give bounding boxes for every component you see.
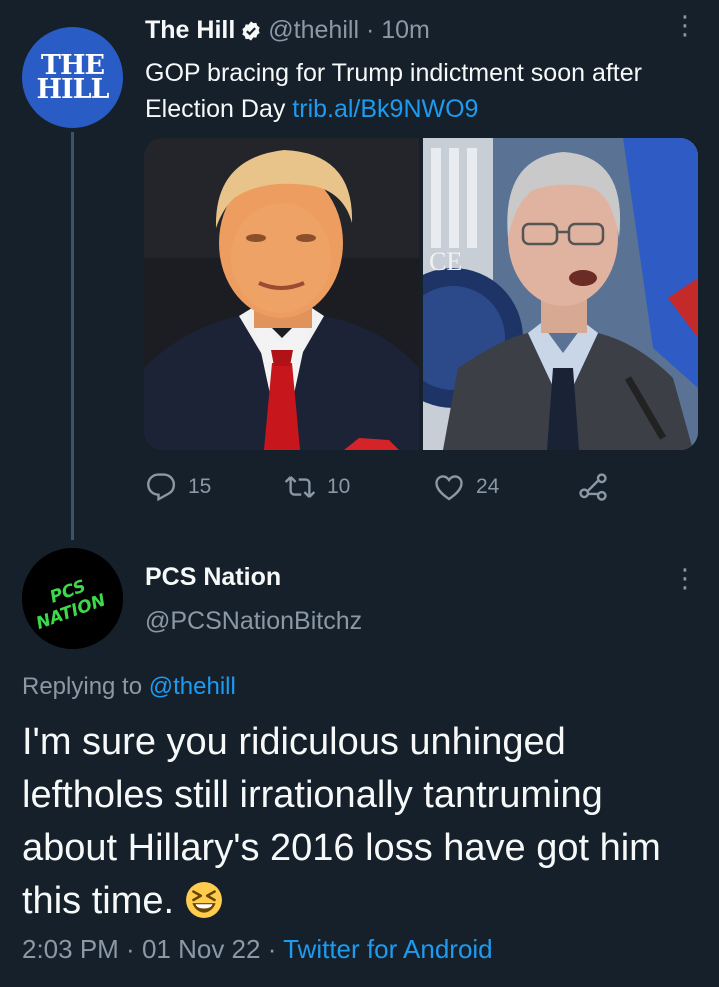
tweet1-header: The Hill @thehill · 10m: [145, 16, 430, 45]
retweet-count: 10: [327, 475, 351, 498]
author-name[interactable]: The Hill: [145, 16, 235, 45]
retweet-action[interactable]: 10: [285, 472, 350, 502]
pcs-nation-logo: PCS NATION: [22, 548, 123, 649]
photo-trump[interactable]: [144, 138, 419, 450]
tweet2-text: I'm sure you ridiculous unhinged lefthol…: [22, 716, 702, 928]
replying-to-handle[interactable]: @thehill: [149, 673, 236, 700]
tweet-time[interactable]: 10m: [381, 16, 430, 45]
tweet2-meta: 2:03 PM · 01 Nov 22 · Twitter for Androi…: [22, 934, 493, 965]
meta-separator-1: ·: [118, 934, 142, 964]
photo-garland[interactable]: CE: [423, 138, 698, 450]
share-icon: [579, 473, 607, 501]
meta-separator-2: ·: [260, 934, 284, 964]
reply-count: 15: [188, 475, 212, 498]
pcs-nation-avatar[interactable]: PCS NATION: [22, 548, 123, 649]
reply-action[interactable]: 15: [146, 472, 211, 502]
reply-icon: [147, 473, 176, 502]
like-count: 24: [476, 475, 500, 498]
tweet1-link[interactable]: trib.al/Bk9NWO9: [292, 95, 478, 123]
tweet1-media[interactable]: CE: [144, 138, 698, 450]
author-handle[interactable]: @thehill: [268, 16, 359, 45]
tweet1-text: GOP bracing for Trump indictment soon af…: [145, 55, 685, 127]
like-action[interactable]: 24: [434, 472, 499, 502]
retweet-icon: [285, 476, 315, 498]
seal-text: CE: [429, 247, 462, 276]
tweet2-body: I'm sure you ridiculous unhinged lefthol…: [22, 721, 661, 922]
share-action[interactable]: [578, 472, 620, 502]
replying-prefix: Replying to: [22, 673, 149, 700]
tweet-source[interactable]: Twitter for Android: [283, 934, 493, 964]
grinning-squinting-emoji: [185, 882, 222, 918]
photo-trump-illustration: [144, 138, 419, 450]
more-options-icon[interactable]: ⋮: [672, 565, 698, 591]
thread-connector-line: [71, 132, 74, 540]
photo-garland-illustration: CE: [423, 138, 698, 450]
author-name[interactable]: PCS Nation: [145, 563, 281, 592]
avatar-text-hill: HILL: [36, 73, 109, 105]
header-separator: ·: [359, 16, 382, 44]
tweet-date[interactable]: 01 Nov 22: [142, 934, 261, 964]
more-options-icon[interactable]: ⋮: [672, 12, 698, 38]
the-hill-avatar[interactable]: THE HILL: [22, 27, 123, 128]
replying-to: Replying to @thehill: [22, 673, 236, 701]
author-handle[interactable]: @PCSNationBitchz: [145, 607, 362, 636]
tweet-time[interactable]: 2:03 PM: [22, 934, 119, 964]
like-icon: [435, 475, 463, 501]
verified-badge-icon: [242, 20, 260, 41]
